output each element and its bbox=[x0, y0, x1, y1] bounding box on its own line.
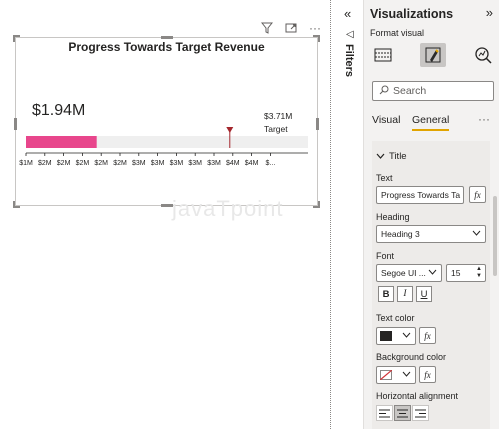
search-placeholder: Search bbox=[393, 85, 427, 97]
viz-pane-title: Visualizations bbox=[370, 7, 454, 21]
italic-button[interactable]: I bbox=[397, 286, 413, 302]
tab-visual[interactable]: Visual bbox=[372, 114, 400, 126]
viz-tab-icons bbox=[370, 42, 496, 68]
background-color-picker[interactable] bbox=[376, 366, 416, 384]
chevron-down-icon bbox=[402, 331, 411, 340]
bold-button[interactable]: B bbox=[378, 286, 394, 302]
watermark: javaTpoint bbox=[172, 196, 284, 221]
search-icon bbox=[379, 85, 389, 98]
filters-pane[interactable]: « ◁ Filters bbox=[338, 0, 363, 429]
background-color-label: Background color bbox=[376, 352, 447, 362]
format-visual-icon[interactable] bbox=[420, 43, 446, 67]
x-tick-label: $4M bbox=[226, 160, 240, 167]
heading-dropdown[interactable]: Heading 3 bbox=[376, 225, 486, 243]
x-tick-label: $2M bbox=[38, 160, 52, 167]
more-options-icon[interactable]: ··· bbox=[478, 112, 490, 126]
x-tick-label: $3M bbox=[151, 160, 165, 167]
x-tick-label: $3M bbox=[207, 160, 221, 167]
chevron-down-icon bbox=[472, 229, 481, 238]
resize-handle-bl[interactable] bbox=[13, 201, 20, 208]
font-size-value: 15 bbox=[451, 268, 461, 278]
chevron-down-icon bbox=[376, 151, 385, 162]
target-marker bbox=[226, 127, 234, 133]
title-section-header[interactable]: Title bbox=[376, 151, 407, 162]
title-text-fx-button[interactable]: fx bbox=[469, 186, 486, 203]
pane-divider bbox=[330, 0, 331, 429]
underline-button[interactable]: U bbox=[416, 286, 432, 302]
visualizations-pane: Visualizations » Format visual Search Vi… bbox=[363, 0, 499, 429]
x-tick-label: $3M bbox=[170, 160, 184, 167]
x-tick-label: $2M bbox=[76, 160, 90, 167]
x-tick-label: $2M bbox=[57, 160, 71, 167]
x-tick-label: $... bbox=[266, 160, 276, 167]
align-center-button[interactable] bbox=[394, 405, 411, 421]
text-color-swatch bbox=[380, 331, 392, 341]
format-visual-label: Format visual bbox=[370, 28, 425, 38]
x-tick-label: $3M bbox=[132, 160, 146, 167]
collapse-filters-icon[interactable]: « bbox=[344, 6, 351, 21]
chevron-down-icon bbox=[402, 370, 411, 379]
expand-triangle-icon[interactable]: ◁ bbox=[346, 29, 354, 40]
background-color-fx-button[interactable]: fx bbox=[419, 366, 436, 383]
align-center-icon bbox=[397, 409, 408, 417]
chevron-down-icon bbox=[428, 268, 437, 277]
no-color-swatch bbox=[380, 370, 392, 380]
search-input[interactable]: Search bbox=[372, 81, 494, 101]
value-bar bbox=[26, 136, 97, 148]
focus-mode-icon[interactable] bbox=[284, 21, 298, 35]
properties-scrollbar[interactable] bbox=[492, 141, 498, 429]
gauge-visual[interactable]: Progress Towards Target Revenue $1.94M $… bbox=[13, 35, 320, 208]
text-color-picker[interactable] bbox=[376, 327, 416, 345]
x-tick-label: $2M bbox=[113, 160, 127, 167]
x-tick-label: $1M bbox=[19, 160, 33, 167]
title-text-input[interactable]: Progress Towards Ta bbox=[376, 186, 464, 204]
filter-icon[interactable] bbox=[260, 21, 274, 35]
font-family-value: Segoe UI ... bbox=[381, 268, 426, 278]
font-label: Font bbox=[376, 251, 395, 261]
tab-general[interactable]: General bbox=[412, 114, 450, 131]
collapse-viz-icon[interactable]: » bbox=[486, 5, 493, 20]
bullet-chart: $1M $2M $2M $2M $2M $2M $3M $3M $3M $3M $3M $4M $4M $… bbox=[19, 127, 308, 167]
x-tick-label: $3M bbox=[188, 160, 202, 167]
text-color-fx-button[interactable]: fx bbox=[419, 327, 436, 344]
stepper-arrows-icon[interactable]: ▲ ▼ bbox=[476, 266, 482, 280]
filters-label[interactable]: Filters bbox=[343, 44, 355, 77]
title-section-label: Title bbox=[389, 151, 407, 162]
analytics-icon[interactable] bbox=[470, 43, 496, 67]
text-color-label: Text color bbox=[376, 313, 415, 323]
heading-label: Heading bbox=[376, 212, 410, 222]
text-label: Text bbox=[376, 173, 393, 183]
resize-handle-br[interactable] bbox=[313, 201, 320, 208]
align-left-button[interactable] bbox=[376, 405, 393, 421]
align-right-button[interactable] bbox=[412, 405, 429, 421]
align-left-icon bbox=[379, 409, 390, 417]
report-canvas: ··· Progress Towards Target Revenue $1.9… bbox=[0, 0, 330, 429]
scrollbar-thumb[interactable] bbox=[493, 196, 497, 276]
font-size-stepper[interactable]: 15 ▲ ▼ bbox=[446, 264, 486, 282]
align-right-icon bbox=[415, 409, 426, 417]
x-tick-label: $4M bbox=[245, 160, 259, 167]
x-tick-label: $2M bbox=[94, 160, 108, 167]
properties-panel: Title Text Progress Towards Ta fx Headin… bbox=[372, 141, 490, 429]
font-family-dropdown[interactable]: Segoe UI ... bbox=[376, 264, 442, 282]
more-options-icon[interactable]: ··· bbox=[308, 21, 322, 35]
heading-value: Heading 3 bbox=[381, 229, 420, 239]
horizontal-alignment-label: Horizontal alignment bbox=[376, 391, 459, 401]
visual-header: ··· bbox=[260, 21, 322, 35]
build-visual-icon[interactable] bbox=[370, 43, 396, 67]
